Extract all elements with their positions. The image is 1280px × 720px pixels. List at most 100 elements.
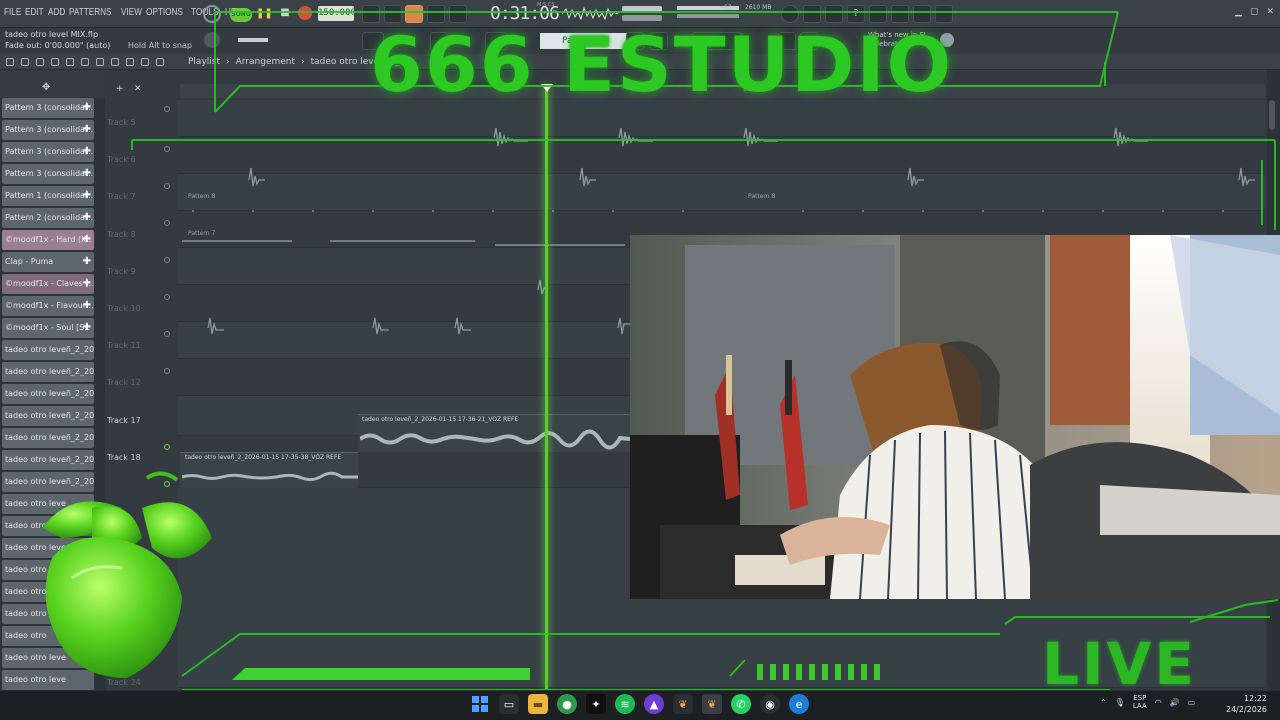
channel-item[interactable]: tadeo otro leveñ_2_2026 [2,362,94,382]
playback-icon[interactable] [156,58,164,66]
channel-item[interactable]: Pattern 3 (consolidat.. ✚ [2,98,94,118]
zoom-icon[interactable] [141,58,149,66]
channel-item[interactable]: tadeo otro leveñ_2_2026 [2,406,94,426]
tray-mic-icon[interactable]: 🎙 [1115,698,1125,707]
move-icon[interactable]: ✥ [42,82,50,93]
pattern-clip-label[interactable]: Pattern 8 [748,193,775,200]
audio-clip[interactable] [204,310,228,344]
magnet-icon[interactable] [21,58,29,66]
track-mute-dot[interactable] [164,257,170,263]
pattern-clip-label[interactable]: Pattern 7 [188,230,215,237]
pattern-clip[interactable] [495,244,625,246]
stop-button[interactable]: ■ [278,6,292,20]
channel-item[interactable]: ©moodf1x - Flavour .. ✚ [2,296,94,316]
audio-clip[interactable] [490,120,530,156]
audio-clip[interactable] [576,160,600,194]
chrome-icon[interactable]: ● [557,694,577,714]
obs-icon[interactable]: ◉ [760,694,780,714]
task-view-icon[interactable]: ▭ [499,694,519,714]
capcut-icon[interactable]: ✦ [586,694,606,714]
track-label[interactable]: Track 7 [107,192,136,201]
fl-studio-active-icon[interactable]: ❦ [702,694,722,714]
main-volume-knob-icon[interactable] [204,32,220,48]
channel-item[interactable]: Pattern 3 (consolidat.. ✚ [2,142,94,162]
record-button[interactable] [298,6,312,20]
channel-item[interactable]: tadeo otro leveñ_2_2026 [2,428,94,448]
tempo-display[interactable]: 150.000 [318,6,356,21]
windows-start-icon[interactable] [470,694,490,714]
arrow-icon[interactable] [6,58,14,66]
wifi-icon[interactable]: ◠ [1155,698,1162,707]
track-label[interactable]: Track 11 [107,341,141,350]
menu-patterns[interactable]: PATTERNS [69,7,112,18]
slip-icon[interactable] [96,58,104,66]
remove-icon[interactable]: ✕ [134,84,142,94]
add-icon[interactable]: + [116,84,124,94]
track-label[interactable]: Track 9 [107,267,136,276]
paint-icon[interactable] [51,58,59,66]
language-indicator[interactable]: ESP LAA [1133,694,1147,710]
audio-clip[interactable] [451,310,475,344]
tray-chevron-icon[interactable]: ⌃ [1100,698,1107,707]
battery-icon[interactable]: ▭ [1188,698,1196,707]
vertical-scroll-thumb[interactable] [1269,100,1275,130]
pattern-clip[interactable] [182,200,1267,216]
menu-add[interactable]: ADD [48,7,65,18]
track-label[interactable]: Track 6 [107,155,136,164]
audio-clip[interactable] [1110,120,1150,156]
track-mute-dot[interactable] [164,220,170,226]
track-mute-dot[interactable] [164,294,170,300]
menu-view[interactable]: VIEW [121,7,142,18]
track-label[interactable]: Track 5 [107,118,136,127]
spotify-icon[interactable]: ≋ [615,694,635,714]
channel-add-icon[interactable]: ✚ [83,318,91,338]
track-label[interactable]: Track 17 [107,416,141,425]
app-icon[interactable]: ▲ [644,694,664,714]
select-icon[interactable] [126,58,134,66]
track-mute-dot[interactable] [164,106,170,112]
audio-clip[interactable] [904,160,928,194]
channel-add-icon[interactable]: ✚ [83,186,91,206]
pattern-clip[interactable] [330,240,475,242]
channel-item[interactable]: Pattern 1 (consolidat.. ✚ [2,186,94,206]
pattern-clip[interactable] [182,240,292,242]
play-pause-button[interactable]: ❚❚ [256,6,273,22]
menu-edit[interactable]: EDIT [25,7,44,18]
edge-icon[interactable]: e [789,694,809,714]
channel-add-icon[interactable]: ✚ [83,98,91,118]
channel-add-icon[interactable]: ✚ [83,164,91,184]
audio-clip[interactable] [740,120,780,156]
menu-file[interactable]: FILE [4,7,21,18]
channel-item[interactable]: tadeo otro leveñ_2_2026 [2,384,94,404]
channel-item[interactable]: Pattern 3 (consolidat.. ✚ [2,164,94,184]
channel-item[interactable]: ©moodf1x - Claves [.. ✚ [2,274,94,294]
track-label[interactable]: Track 10 [107,304,141,313]
taskbar-clock[interactable]: 12:22 24/2/2026 [1226,693,1267,715]
mute-icon[interactable] [81,58,89,66]
channel-add-icon[interactable]: ✚ [83,230,91,250]
audio-clip[interactable] [615,120,655,156]
channel-item[interactable]: tadeo otro leveñ_2_2026 [2,340,94,360]
audio-clip[interactable] [1235,160,1259,194]
fl-studio-taskbar-icon[interactable]: ❦ [673,694,693,714]
snap-slider[interactable] [238,38,268,42]
breadcrumb-arrangement[interactable]: Arrangement [236,57,295,67]
slice-icon[interactable] [111,58,119,66]
channel-add-icon[interactable]: ✚ [83,120,91,140]
track-mute-dot[interactable] [164,146,170,152]
track-mute-dot[interactable] [164,444,170,450]
channel-add-icon[interactable]: ✚ [83,208,91,228]
pattern-clip-label[interactable]: Pattern 8 [188,193,215,200]
track-lane[interactable] [178,137,1265,174]
channel-add-icon[interactable]: ✚ [83,274,91,294]
track-label[interactable]: Track 18 [107,453,141,462]
maximize-icon[interactable]: ▢ [1250,7,1259,17]
channel-add-icon[interactable]: ✚ [83,296,91,316]
menu-options[interactable]: OPTIONS [146,7,183,18]
track-label[interactable]: Track 12 [107,378,141,387]
channel-item[interactable]: Clap - Puma ✚ [2,252,94,272]
track-mute-dot[interactable] [164,183,170,189]
close-icon[interactable]: ✕ [1266,7,1274,17]
pencil-icon[interactable] [36,58,44,66]
track-mute-dot[interactable] [164,368,170,374]
